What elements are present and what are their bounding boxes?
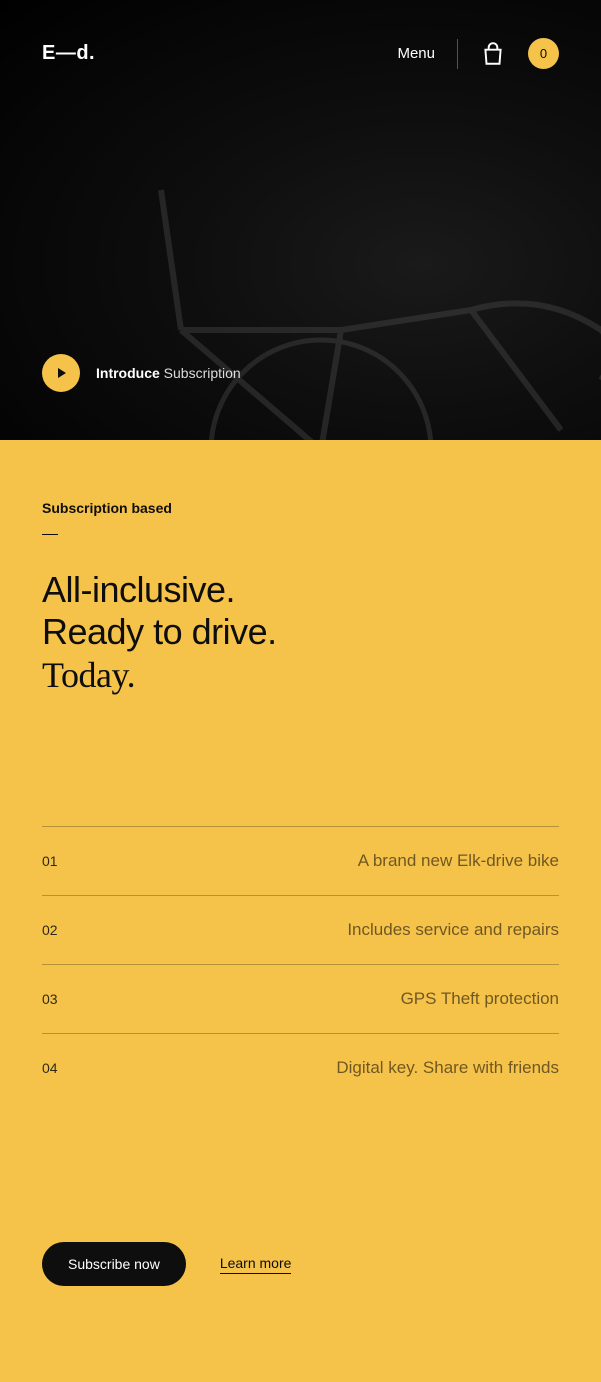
bike-illustration: [41, 130, 601, 440]
feature-row: 02 Includes service and repairs: [42, 895, 559, 964]
eyebrow: Subscription based: [42, 500, 559, 516]
hero-banner: E—d. Menu 0 Introduce Subscription: [0, 0, 601, 440]
feature-row: 01 A brand new Elk-drive bike: [42, 826, 559, 895]
subscribe-button[interactable]: Subscribe now: [42, 1242, 186, 1286]
intro-text: Introduce Subscription: [96, 365, 241, 381]
logo[interactable]: E—d.: [42, 42, 95, 65]
headline: All-inclusive. Ready to drive. Today.: [42, 569, 559, 696]
nav-right: Menu 0: [397, 38, 559, 69]
divider: [457, 39, 458, 69]
eyebrow-rule: [42, 534, 58, 535]
feature-text: Includes service and repairs: [347, 920, 559, 940]
play-icon: [42, 354, 80, 392]
feature-number: 02: [42, 922, 58, 938]
menu-button[interactable]: Menu: [397, 45, 435, 62]
bag-icon[interactable]: [480, 41, 506, 67]
topbar: E—d. Menu 0: [0, 0, 601, 107]
feature-row: 04 Digital key. Share with friends: [42, 1033, 559, 1102]
cta-row: Subscribe now Learn more: [42, 1242, 559, 1286]
feature-text: A brand new Elk-drive bike: [358, 851, 559, 871]
feature-text: Digital key. Share with friends: [336, 1058, 559, 1078]
headline-line-1: All-inclusive.: [42, 569, 235, 610]
headline-line-2: Ready to drive.: [42, 611, 277, 652]
headline-line-3: Today.: [42, 655, 135, 695]
subscription-section: Subscription based All-inclusive. Ready …: [0, 440, 601, 1382]
feature-list: 01 A brand new Elk-drive bike 02 Include…: [42, 826, 559, 1102]
feature-text: GPS Theft protection: [401, 989, 559, 1009]
feature-number: 01: [42, 853, 58, 869]
cart-count-badge[interactable]: 0: [528, 38, 559, 69]
introduce-play[interactable]: Introduce Subscription: [42, 354, 241, 392]
feature-number: 04: [42, 1060, 58, 1076]
feature-number: 03: [42, 991, 58, 1007]
learn-more-link[interactable]: Learn more: [220, 1255, 292, 1274]
feature-row: 03 GPS Theft protection: [42, 964, 559, 1033]
